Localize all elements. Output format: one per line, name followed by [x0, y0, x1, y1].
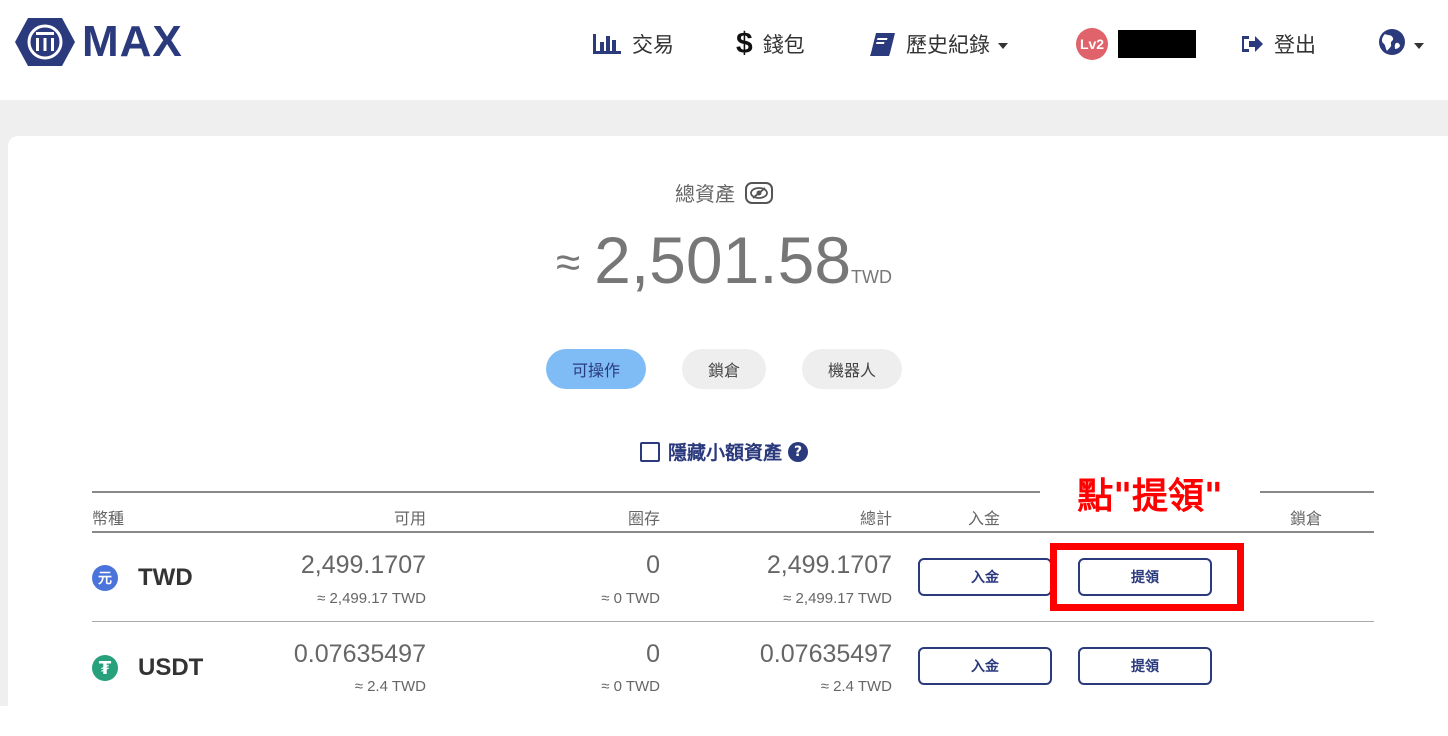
col-header-deposit: 入金: [968, 509, 1001, 528]
locked-amount: 0: [646, 551, 660, 579]
available-twd: ≈ 2.4 TWD: [354, 678, 426, 695]
nav-history[interactable]: 歷史紀錄: [870, 28, 1008, 60]
deposit-button[interactable]: 入金: [918, 558, 1052, 596]
col-header-lock: 鎖倉: [1290, 509, 1323, 528]
bar-chart-icon: [592, 32, 622, 56]
col-header-currency: 幣種: [92, 509, 125, 528]
total-currency: TWD: [851, 267, 893, 287]
yuan-coin-icon: 元: [92, 565, 118, 591]
nav-trade[interactable]: 交易: [592, 28, 674, 60]
available-amount: 0.07635497: [293, 640, 426, 668]
locked-twd: ≈ 0 TWD: [601, 678, 660, 695]
available-amount: 2,499.1707: [300, 551, 426, 579]
tab-locked[interactable]: 鎖倉: [682, 349, 766, 389]
annotation-highlight-box: [1050, 543, 1244, 611]
available-twd: ≈ 2,499.17 TWD: [317, 590, 426, 607]
total-assets-heading: 總資產: [0, 178, 1448, 207]
dollar-icon: $: [736, 27, 753, 60]
nav-trade-label: 交易: [632, 33, 674, 57]
nav-logout-label: 登出: [1274, 33, 1316, 57]
total-twd: ≈ 2,499.17 TWD: [783, 590, 892, 607]
question-circle-icon[interactable]: ?: [788, 441, 808, 462]
table-row-divider: [92, 621, 1374, 622]
total-amount-cell: 0.07635497: [759, 640, 892, 668]
deposit-button[interactable]: 入金: [918, 647, 1052, 685]
book-icon: [870, 32, 896, 56]
total-amount-cell: 2,499.1707: [766, 551, 892, 579]
asset-tabs: 可操作 鎖倉 機器人: [0, 349, 1448, 389]
sign-out-icon: [1240, 33, 1264, 55]
max-logo-icon: [15, 18, 75, 66]
language-selector[interactable]: [1378, 28, 1424, 60]
tab-operable[interactable]: 可操作: [546, 349, 646, 389]
level-badge: Lv2: [1076, 28, 1108, 60]
total-amount: 2,501.58: [594, 223, 852, 297]
coin-name: USDT: [138, 654, 204, 681]
redacted-username: [1118, 30, 1196, 58]
total-assets-value: ≈2,501.58TWD: [0, 222, 1448, 298]
table-row-usdt: ₮ USDT: [92, 654, 203, 682]
nav-wallet-label: 錢包: [762, 33, 805, 57]
annotation-text: 點"提領": [1040, 472, 1260, 522]
chevron-down-icon: [1414, 43, 1424, 49]
tether-coin-icon: ₮: [92, 655, 118, 681]
nav-wallet[interactable]: $ 錢包: [736, 27, 805, 60]
locked-twd: ≈ 0 TWD: [601, 590, 660, 607]
total-twd: ≈ 2.4 TWD: [820, 678, 892, 695]
top-nav-bar: MAX 交易 $ 錢包 歷史紀錄 Lv2 登出: [0, 0, 1448, 100]
chevron-down-icon: [998, 43, 1008, 49]
hide-small-assets-filter: 隱藏小額資產 ?: [0, 438, 1448, 465]
table-header-border: [92, 531, 1374, 533]
approx-symbol: ≈: [555, 238, 581, 287]
col-header-total: 總計: [859, 509, 892, 528]
max-logo[interactable]: MAX: [14, 16, 183, 68]
hide-small-label[interactable]: 隱藏小額資產: [668, 438, 782, 465]
globe-icon: [1378, 28, 1406, 61]
nav-logout[interactable]: 登出: [1240, 28, 1316, 60]
tab-bot[interactable]: 機器人: [802, 349, 902, 389]
locked-amount: 0: [646, 640, 660, 668]
total-assets-label: 總資產: [675, 182, 735, 206]
user-account[interactable]: Lv2: [1076, 28, 1196, 60]
logo-text: MAX: [82, 17, 183, 66]
hide-balance-toggle[interactable]: [745, 181, 773, 204]
nav-history-label: 歷史紀錄: [906, 33, 990, 57]
coin-name: TWD: [138, 564, 193, 591]
table-row-twd: 元 TWD: [92, 564, 193, 592]
col-header-locked-balance: 圈存: [627, 509, 660, 528]
hide-small-checkbox[interactable]: [639, 441, 660, 462]
withdraw-button[interactable]: 提領: [1078, 647, 1212, 685]
col-header-available: 可用: [393, 509, 426, 528]
eye-slash-icon: [750, 186, 768, 199]
